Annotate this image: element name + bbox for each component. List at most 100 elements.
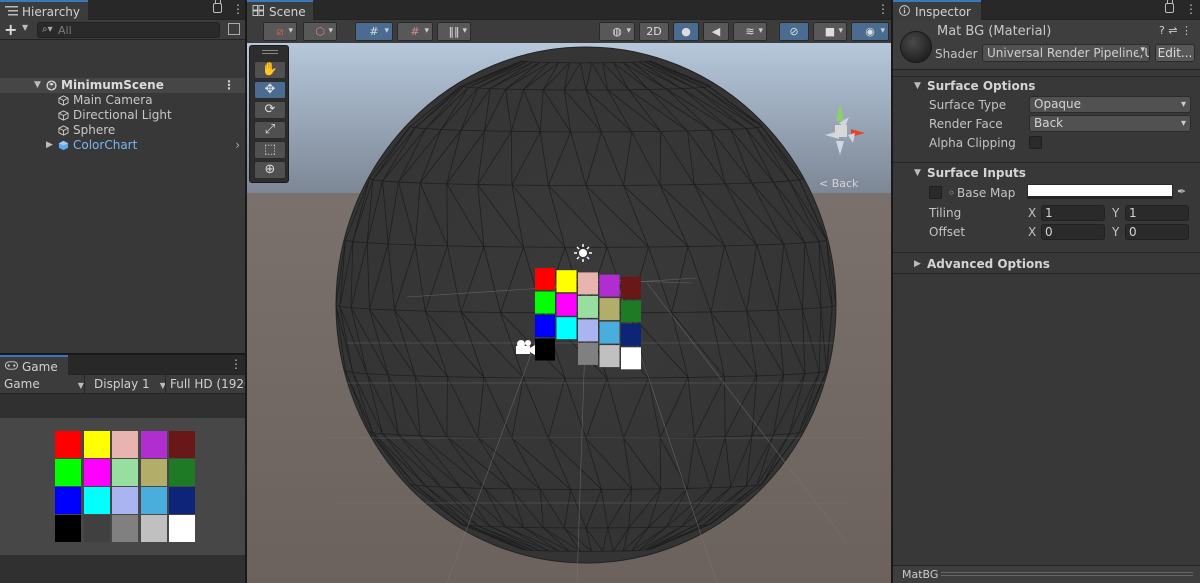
presets-icon[interactable]: ⇌ [1168,24,1177,37]
tiling-x-label: X [1028,206,1037,220]
eyedropper-icon[interactable]: ✒ [1177,185,1186,198]
hierarchy-item-prefab[interactable]: ▶ ColorChart › [0,138,245,153]
add-object-button[interactable]: + [4,20,17,39]
kebab-menu-icon[interactable]: ⋮ [877,2,889,16]
scene-orientation-gizmo[interactable] [815,99,879,163]
tiling-x-field[interactable]: 1 [1041,205,1105,221]
tab-hierarchy-label: Hierarchy [22,5,81,19]
scene-visibility-icon[interactable] [228,23,240,35]
shader-dropdown[interactable]: Universal Render Pipeline/U [982,44,1150,62]
tab-game-label: Game [22,360,58,374]
hand-tool-button[interactable]: ✋ [254,61,286,79]
drag-handle[interactable] [262,50,278,54]
game-mode-dropdown[interactable]: Game ▼ [4,377,84,391]
tab-scene[interactable]: Scene [247,0,313,20]
gameobject-icon [58,110,69,121]
surface-inputs-header[interactable]: ▼ Surface Inputs [893,164,1200,182]
advanced-options-header[interactable]: ▶ Advanced Options [893,255,1200,273]
game-letterbox-bottom [0,555,245,583]
shading-button[interactable]: ◍ [599,22,635,41]
display-dropdown[interactable]: Display 1 ▼ [94,377,166,391]
grid-visibility-button[interactable]: ‖‖ [437,22,471,41]
tiling-label: Tiling [929,206,962,220]
game-mode-label: Game [4,377,40,391]
expand-arrow-icon[interactable]: ▼ [34,78,41,93]
resolution-dropdown[interactable]: Full HD (1920x [170,377,245,391]
inspector-tabbar: Inspector ⋮ [893,0,1200,20]
hierarchy-item[interactable]: Main Camera [0,93,245,108]
tab-inspector[interactable]: Inspector [893,0,981,20]
edit-shader-button[interactable]: Edit... [1155,44,1195,62]
scene-viewport[interactable]: < Back ✋ ✥ ⟳ ⤢ ⬚ ⊕ [247,43,891,583]
camera-settings-button[interactable]: ■ [813,22,847,41]
color-swatch [55,515,81,542]
gamepad-icon [5,361,18,370]
scale-tool-button[interactable]: ⤢ [254,121,286,139]
expand-arrow-icon[interactable]: ▶ [46,138,53,153]
kebab-menu-icon[interactable]: ⋮ [1185,2,1197,16]
base-map-texture-slot[interactable] [929,186,942,199]
tiling-y-field[interactable]: 1 [1125,205,1189,221]
hidden-objects-toggle[interactable]: ⊘ [779,22,809,41]
hierarchy-item-label: ColorChart [73,138,138,152]
hierarchy-search[interactable]: ⌕▾ [37,22,220,38]
chevron-right-icon[interactable]: › [235,138,240,153]
render-face-dropdown[interactable]: Back [1029,115,1191,132]
alpha-clipping-checkbox[interactable] [1029,136,1042,149]
camera-icon: ■ [824,25,836,38]
color-swatch [621,300,641,323]
surface-type-label: Surface Type [929,98,1007,112]
scene-menu-icon[interactable]: ⋮ [223,78,235,93]
rotate-icon: ⟳ [264,102,276,117]
hierarchy-item[interactable]: Sphere [0,123,245,138]
offset-y-field[interactable]: 0 [1125,224,1189,240]
lightbulb-icon: ● [681,25,691,38]
surface-type-dropdown[interactable]: Opaque [1029,96,1191,113]
scene-row[interactable]: ▼ MinimumScene ⋮ [0,78,245,93]
tab-game[interactable]: Game [0,355,68,375]
hierarchy-item[interactable]: Directional Light [0,108,245,123]
offset-x-label: X [1028,225,1037,239]
base-map-color-field[interactable] [1027,184,1173,199]
draw-mode-button[interactable]: ⧄ [263,22,297,41]
increment-snap-button[interactable]: # [397,22,433,41]
lock-icon[interactable] [1165,0,1174,13]
color-swatch [112,515,138,542]
lock-icon[interactable] [213,0,222,13]
rect-tool-button[interactable]: ⬚ [254,141,286,159]
gizmos-button[interactable]: ◉ [851,22,889,41]
color-swatch [535,338,555,361]
hierarchy-item-label: Sphere [73,123,116,137]
kebab-menu-icon[interactable]: ⋮ [1181,24,1192,37]
color-swatch [169,515,195,542]
audio-toggle[interactable]: ◀ [703,22,729,41]
search-input[interactable] [58,23,213,37]
effects-button[interactable]: ≋ [733,22,767,41]
render-mode-button[interactable]: ⬡ [303,22,337,41]
offset-x-field[interactable]: 0 [1041,224,1105,240]
chevron-down-icon[interactable]: ▼ [22,23,28,32]
color-swatch [578,342,598,365]
drag-handle[interactable] [941,572,1193,576]
preview-footer[interactable]: MatBG [893,565,1200,583]
color-swatch [140,515,167,542]
grid-snap-button[interactable]: # [355,22,393,41]
game-panel: Game ⋮ Game▼ Display 1▼ Full HD (1920x [0,355,245,583]
kebab-menu-icon[interactable]: ⋮ [230,357,242,371]
unity-scene-icon [46,80,57,91]
move-tool-button[interactable]: ✥ [254,81,286,99]
lighting-toggle[interactable]: ● [673,22,699,41]
tab-hierarchy[interactable]: Hierarchy [0,0,88,20]
view-orientation-label[interactable]: < Back [819,177,858,190]
mode-2d-button[interactable]: 2D [639,22,669,41]
rotate-tool-button[interactable]: ⟳ [254,101,286,119]
surface-options-header[interactable]: ▼ Surface Options [893,77,1200,95]
transform-tool-button[interactable]: ⊕ [254,161,286,179]
object-picker-icon[interactable]: ◦ [948,186,955,200]
color-swatch [621,347,641,370]
toolbar-separator [165,375,166,394]
color-swatch [556,293,577,316]
kebab-menu-icon[interactable]: ⋮ [232,2,244,16]
help-icon[interactable]: ? [1159,24,1165,37]
eye-slash-icon: ⊘ [789,25,799,38]
